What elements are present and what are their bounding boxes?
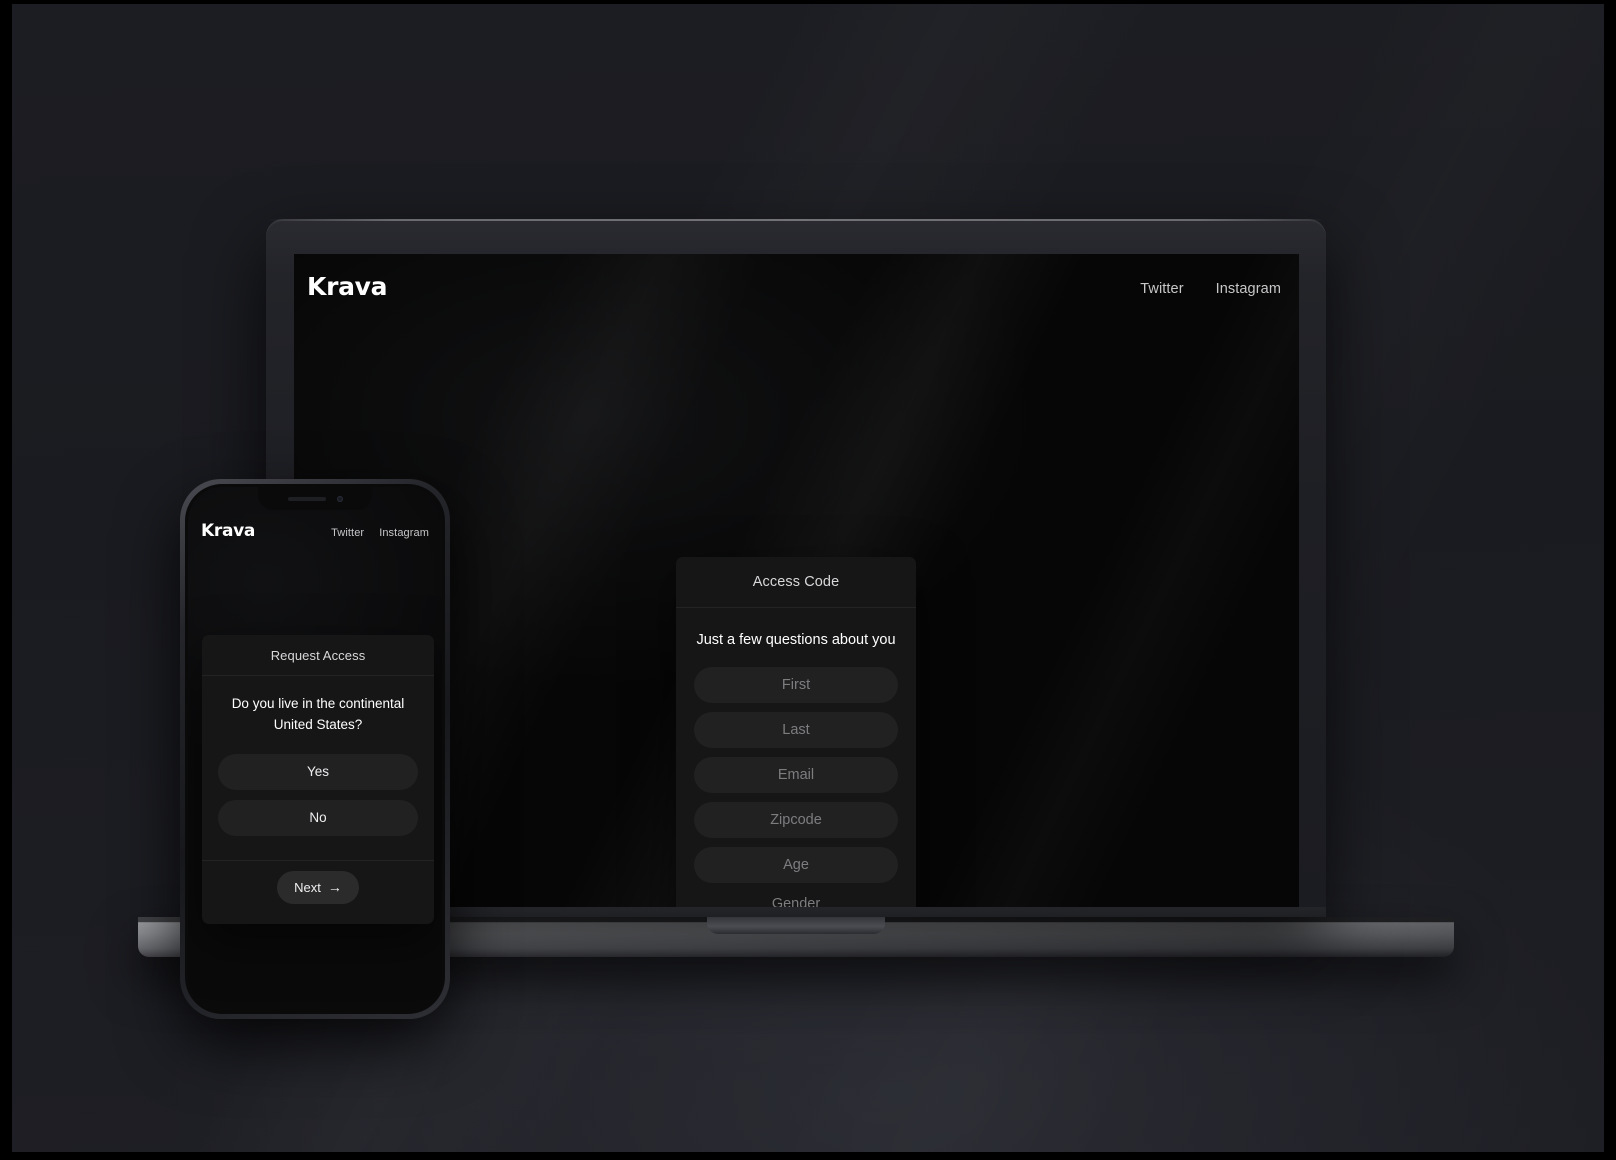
mobile-logo[interactable]: Krava	[201, 521, 255, 541]
nav-link-twitter[interactable]: Twitter	[1140, 281, 1183, 297]
desktop-logo[interactable]: Krava	[307, 272, 388, 301]
phone-bezel: Krava Twitter Instagram Request Access D…	[185, 484, 445, 1014]
nav-link-instagram[interactable]: Instagram	[379, 527, 429, 539]
mobile-nav: Twitter Instagram	[331, 527, 429, 539]
modal-footer: Next →	[202, 859, 434, 914]
modal-header-title: Request Access	[202, 635, 434, 676]
access-code-modal: Access Code Just a few questions about y…	[676, 557, 916, 909]
modal-prompt: Just a few questions about you	[696, 632, 896, 648]
arrow-right-icon: →	[327, 879, 342, 896]
eligibility-question: Do you live in the continental United St…	[231, 696, 405, 732]
modal-body: Do you live in the continental United St…	[202, 676, 434, 860]
laptop-base-notch	[707, 917, 885, 934]
modal-header-title: Access Code	[676, 557, 916, 608]
phone-frame: Krava Twitter Instagram Request Access D…	[180, 479, 450, 1019]
email-field[interactable]: Email	[694, 757, 898, 794]
nav-link-twitter[interactable]: Twitter	[331, 527, 364, 539]
first-name-field[interactable]: First	[694, 667, 898, 704]
answer-yes-button[interactable]: Yes	[218, 753, 418, 790]
age-field[interactable]: Age	[694, 847, 898, 884]
next-button-label: Next	[294, 879, 321, 895]
answer-no-button[interactable]: No	[218, 799, 418, 836]
nav-link-instagram[interactable]: Instagram	[1216, 281, 1281, 297]
zipcode-field[interactable]: Zipcode	[694, 802, 898, 839]
phone-device: Krava Twitter Instagram Request Access D…	[180, 479, 450, 1019]
speaker-grille-icon	[287, 496, 326, 501]
scene-backdrop: Krava Twitter Instagram Access Code Just…	[12, 4, 1604, 1152]
desktop-nav: Twitter Instagram	[1140, 281, 1281, 297]
modal-body: Just a few questions about you First Las…	[676, 608, 916, 909]
phone-notch	[258, 487, 372, 510]
next-button[interactable]: Next →	[277, 870, 359, 904]
desktop-topbar: Krava Twitter Instagram	[294, 254, 1299, 326]
phone-screen: Krava Twitter Instagram Request Access D…	[188, 487, 442, 1011]
request-access-modal: Request Access Do you live in the contin…	[202, 635, 434, 924]
front-camera-icon	[336, 495, 343, 502]
last-name-field[interactable]: Last	[694, 712, 898, 749]
